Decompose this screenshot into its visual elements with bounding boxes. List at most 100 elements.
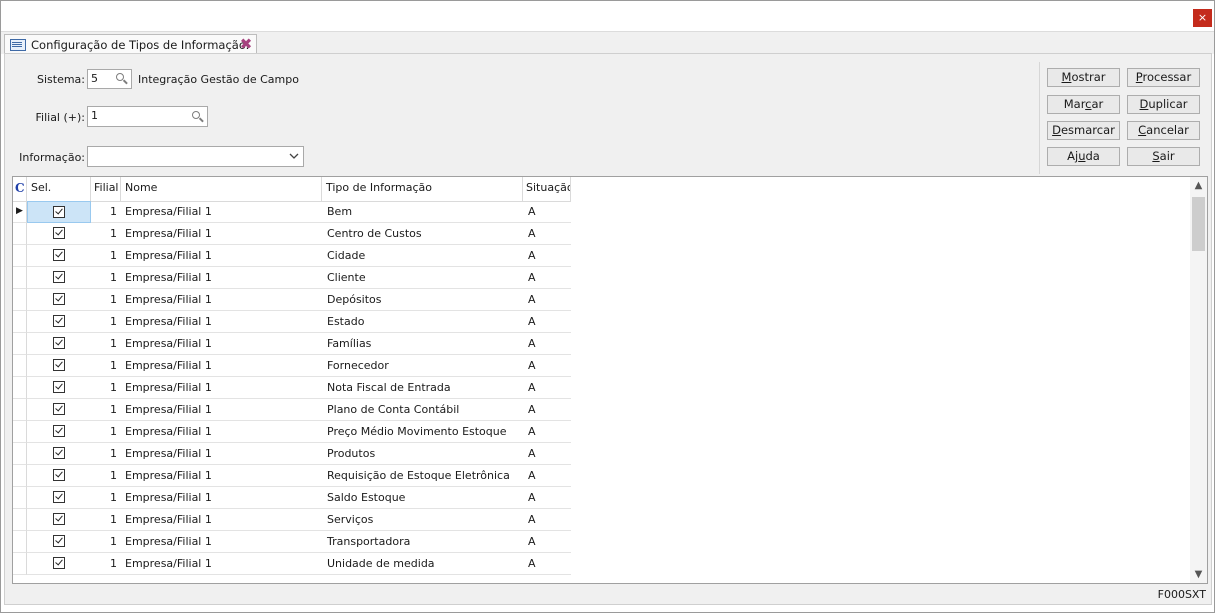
search-icon[interactable] (192, 111, 204, 123)
sel-cell[interactable] (27, 267, 91, 289)
sistema-field[interactable]: 5 (87, 69, 132, 89)
sel-cell[interactable] (27, 333, 91, 355)
tab-configuracao-tipos-informacao[interactable]: Configuração de Tipos de Informação. ✖ (4, 34, 257, 54)
column-header-nome[interactable]: Nome (121, 177, 322, 201)
checkbox-checked[interactable] (53, 249, 65, 261)
checkbox-checked[interactable] (53, 206, 65, 218)
table-row[interactable]: 1 Empresa/Filial 1 Serviços A (13, 509, 571, 531)
checkbox-checked[interactable] (53, 337, 65, 349)
row-indicator[interactable] (13, 289, 27, 311)
checkbox-checked[interactable] (53, 293, 65, 305)
row-indicator[interactable] (13, 377, 27, 399)
sair-button[interactable]: Sair (1127, 147, 1200, 166)
search-icon[interactable] (116, 73, 128, 85)
table-row[interactable]: 1 Empresa/Filial 1 Plano de Conta Contábil… (13, 399, 571, 421)
vertical-scrollbar[interactable]: ▲ ▼ (1190, 177, 1207, 583)
sel-cell[interactable] (27, 201, 91, 223)
desmarcar-button[interactable]: Desmarcar (1047, 121, 1120, 140)
table-row[interactable]: 1 Empresa/Filial 1 Produtos A (13, 443, 571, 465)
table-row[interactable]: 1 Empresa/Filial 1 Requisição de Estoque E… (13, 465, 571, 487)
row-indicator[interactable] (13, 487, 27, 509)
situacao-cell: A (523, 223, 571, 245)
row-indicator[interactable] (13, 443, 27, 465)
checkbox-checked[interactable] (53, 315, 65, 327)
row-indicator[interactable] (13, 267, 27, 289)
row-indicator[interactable] (13, 223, 27, 245)
marcar-button[interactable]: Marcar (1047, 95, 1120, 114)
sel-cell[interactable] (27, 487, 91, 509)
ajuda-button[interactable]: Ajuda (1047, 147, 1120, 166)
checkbox-checked[interactable] (53, 425, 65, 437)
sel-cell[interactable] (27, 465, 91, 487)
table-row[interactable]: 1 Empresa/Filial 1 Depósitos A (13, 289, 571, 311)
grid-corner[interactable]: C (13, 177, 27, 201)
checkbox-checked[interactable] (53, 535, 65, 547)
sel-cell[interactable] (27, 531, 91, 553)
checkbox-checked[interactable] (53, 271, 65, 283)
checkbox-checked[interactable] (53, 557, 65, 569)
table-row[interactable]: 1 Empresa/Filial 1 Estado A (13, 311, 571, 333)
row-indicator[interactable] (13, 465, 27, 487)
scroll-thumb[interactable] (1192, 197, 1205, 251)
table-row[interactable]: 1 Empresa/Filial 1 Cidade A (13, 245, 571, 267)
filial-field[interactable]: 1 (87, 106, 208, 127)
column-header-filial[interactable]: Filial (91, 177, 121, 201)
table-row[interactable]: 1 Empresa/Filial 1 Centro de Custos A (13, 223, 571, 245)
row-indicator[interactable] (13, 509, 27, 531)
data-grid[interactable]: C Sel. Filial Nome Tipo de Informação Si… (12, 176, 1208, 584)
sel-cell[interactable] (27, 289, 91, 311)
cancelar-button[interactable]: Cancelar (1127, 121, 1200, 140)
sel-cell[interactable] (27, 553, 91, 575)
table-row[interactable]: 1 Empresa/Filial 1 Famílias A (13, 333, 571, 355)
filial-cell: 1 (91, 443, 121, 465)
sel-cell[interactable] (27, 443, 91, 465)
row-indicator[interactable] (13, 355, 27, 377)
table-row[interactable]: 1 Empresa/Filial 1 Cliente A (13, 267, 571, 289)
checkbox-checked[interactable] (53, 359, 65, 371)
situacao-cell: A (523, 443, 571, 465)
checkbox-checked[interactable] (53, 403, 65, 415)
checkbox-checked[interactable] (53, 469, 65, 481)
close-tab-icon[interactable]: ✖ (239, 36, 253, 52)
sel-cell[interactable] (27, 421, 91, 443)
row-indicator[interactable] (13, 333, 27, 355)
sel-cell[interactable] (27, 245, 91, 267)
tipo-cell: Centro de Custos (322, 223, 523, 245)
processar-button[interactable]: Processar (1127, 68, 1200, 87)
column-header-sel[interactable]: Sel. (27, 177, 91, 201)
sel-cell[interactable] (27, 223, 91, 245)
checkbox-checked[interactable] (53, 513, 65, 525)
checkbox-checked[interactable] (53, 491, 65, 503)
table-row[interactable]: ▶ 1 Empresa/Filial 1 Bem A (13, 201, 571, 223)
close-window-button[interactable]: × (1193, 9, 1212, 27)
row-indicator[interactable] (13, 245, 27, 267)
sel-cell[interactable] (27, 311, 91, 333)
scroll-down-icon[interactable]: ▼ (1190, 566, 1207, 583)
sel-cell[interactable] (27, 399, 91, 421)
sel-cell[interactable] (27, 377, 91, 399)
row-indicator[interactable] (13, 421, 27, 443)
row-indicator[interactable] (13, 311, 27, 333)
table-row[interactable]: 1 Empresa/Filial 1 Transportadora A (13, 531, 571, 553)
column-header-tipo[interactable]: Tipo de Informação (322, 177, 523, 201)
table-row[interactable]: 1 Empresa/Filial 1 Saldo Estoque A (13, 487, 571, 509)
checkbox-checked[interactable] (53, 381, 65, 393)
table-row[interactable]: 1 Empresa/Filial 1 Unidade de medida A (13, 553, 571, 575)
table-row[interactable]: 1 Empresa/Filial 1 Nota Fiscal de Entrada A (13, 377, 571, 399)
status-bar: F000SXT (4, 585, 1212, 605)
row-indicator[interactable]: ▶ (13, 201, 27, 223)
sel-cell[interactable] (27, 509, 91, 531)
checkbox-checked[interactable] (53, 447, 65, 459)
duplicar-button[interactable]: Duplicar (1127, 95, 1200, 114)
row-indicator[interactable] (13, 531, 27, 553)
table-row[interactable]: 1 Empresa/Filial 1 Fornecedor A (13, 355, 571, 377)
row-indicator[interactable] (13, 399, 27, 421)
column-header-situacao[interactable]: Situação (523, 177, 571, 201)
row-indicator[interactable] (13, 553, 27, 575)
table-row[interactable]: 1 Empresa/Filial 1 Preço Médio Movimento E… (13, 421, 571, 443)
informacao-select[interactable] (87, 146, 304, 167)
sel-cell[interactable] (27, 355, 91, 377)
scroll-up-icon[interactable]: ▲ (1190, 177, 1207, 194)
checkbox-checked[interactable] (53, 227, 65, 239)
mostrar-button[interactable]: Mostrar (1047, 68, 1120, 87)
